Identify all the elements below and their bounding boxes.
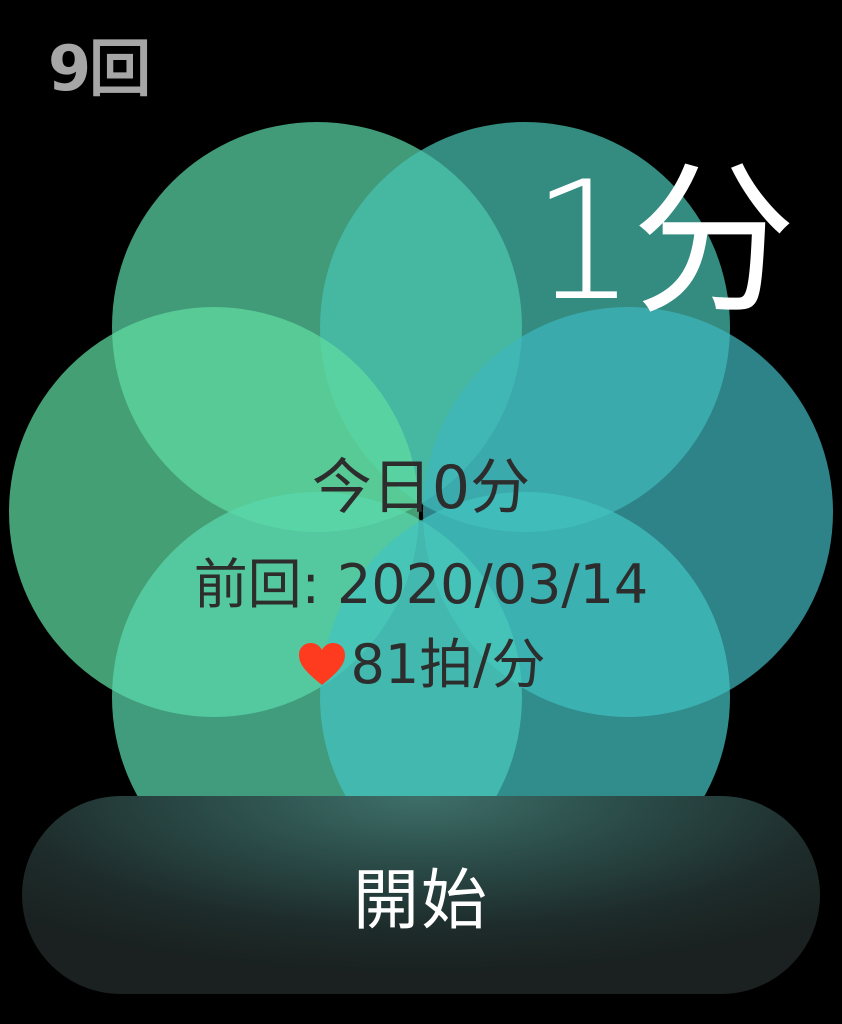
start-button[interactable]: 開始: [22, 796, 820, 994]
heart-icon: [298, 643, 345, 685]
heart-rate-row: 81拍/分: [0, 635, 842, 694]
heart-rate-value: 81拍/分: [350, 633, 546, 696]
duration-selector[interactable]: 1分: [532, 160, 796, 324]
start-button-label: 開始: [353, 862, 489, 939]
last-session-date: 前回: 2020/03/14: [193, 553, 649, 616]
today-total: 今日0分: [311, 453, 531, 523]
session-count: 9回: [48, 32, 151, 105]
